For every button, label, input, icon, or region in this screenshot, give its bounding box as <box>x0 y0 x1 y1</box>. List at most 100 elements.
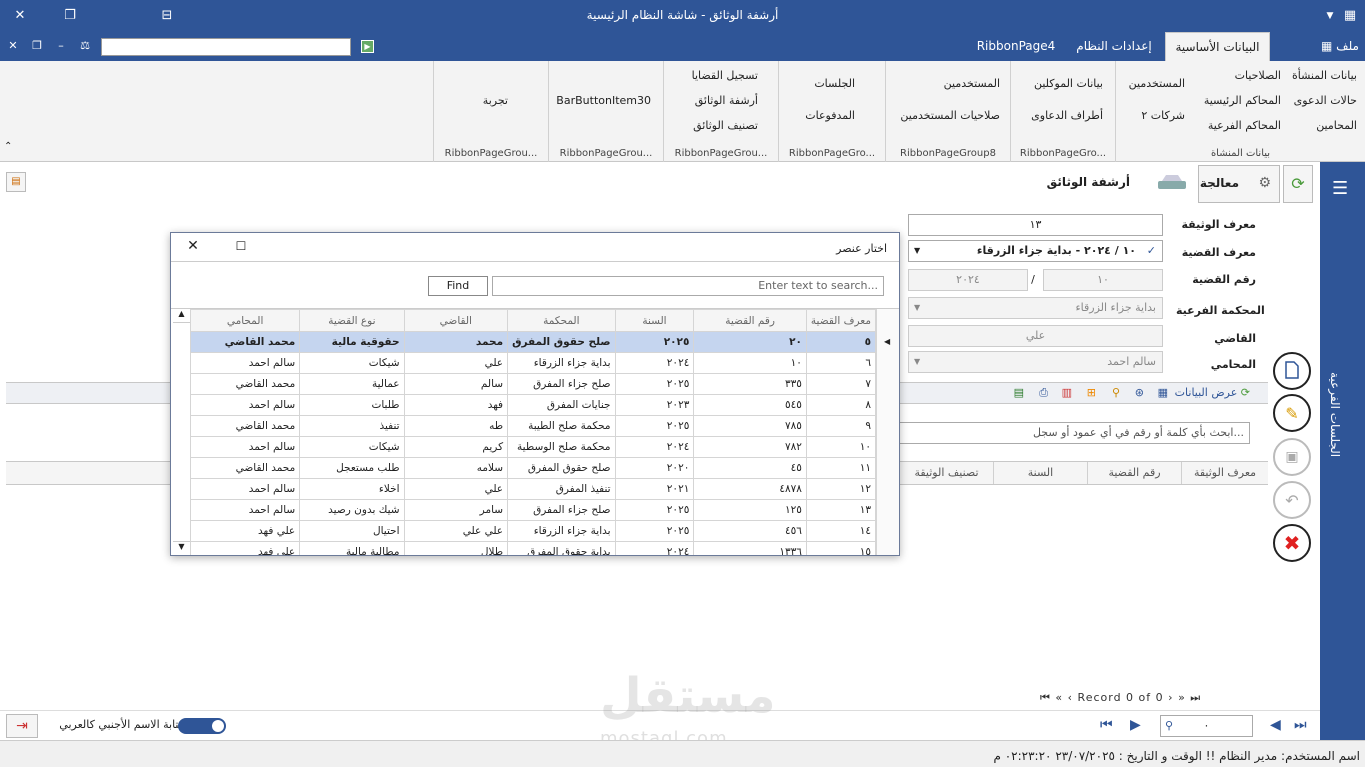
dialog-column-header[interactable]: رقم القضية <box>693 309 807 332</box>
filter-icon[interactable]: ⚲ <box>1112 386 1120 399</box>
table-row[interactable]: سالم احمد شيكات علي بداية جزاء الزرقاء ٢٠٢٤ ١… <box>190 352 876 374</box>
column-header[interactable]: معرف الوثيقة <box>1181 462 1268 484</box>
ribbon-item-payments[interactable]: المدفوعات <box>805 109 855 122</box>
close-icon[interactable]: ✕ <box>8 6 32 26</box>
process-tab[interactable]: معالجة ⚙ <box>1198 165 1280 203</box>
ribbon-item-case-parties[interactable]: أطراف الدعاوى <box>1031 109 1103 122</box>
column-header[interactable]: السنة <box>993 462 1087 484</box>
collapse-ribbon-icon[interactable]: ⌃ <box>4 141 12 152</box>
search-columns-icon[interactable]: ⊛ <box>1135 386 1144 399</box>
chevron-down-icon[interactable]: ▼ <box>914 298 920 318</box>
new-button[interactable] <box>1273 352 1311 390</box>
dialog-column-header[interactable]: القاضي <box>403 309 509 332</box>
tab-file[interactable]: ▦ ملف <box>1315 32 1365 61</box>
ribbon-item-clients[interactable]: بيانات الموكلين <box>1034 77 1103 90</box>
column-header[interactable]: تصنيف الوثيقة <box>899 462 993 484</box>
ribbon-item-main-courts[interactable]: المحاكم الرئيسية <box>1204 94 1281 107</box>
dialog-column-header[interactable]: معرف القضية <box>805 309 876 332</box>
mdi-minimize-icon[interactable]: – <box>52 36 70 56</box>
columns-icon[interactable]: ▦ <box>1158 386 1168 399</box>
ribbon-item-classify-docs[interactable]: تصنيف الوثائق <box>693 119 758 132</box>
ribbon-item-users-2[interactable]: المستخدمين <box>944 77 1000 90</box>
arabic-name-toggle[interactable] <box>178 718 226 734</box>
doc-id-field[interactable]: ١٣ <box>908 214 1163 236</box>
tab-basic-data[interactable]: البيانات الأساسية <box>1165 32 1270 61</box>
table-row[interactable]: سالم احمد طلبات فهد جنايات المفرق ٢٠٢٣ ٥٤٥ ٨ <box>190 394 876 416</box>
go-icon[interactable]: ▶ <box>361 40 374 53</box>
grid-search-input[interactable]: ابحث بأي كلمة أو رقم في أي عمود أو سجل..… <box>898 422 1250 444</box>
undo-button[interactable]: ↶ <box>1273 481 1311 519</box>
ribbon-item-test[interactable]: تجربة <box>483 94 508 107</box>
maximize-icon[interactable]: ⊟ <box>155 6 179 26</box>
branch-court-combobox[interactable]: بداية جزاء الزرقاء ▼ <box>908 297 1163 319</box>
dialog-scrollbar[interactable]: ▲ ▼ <box>173 309 191 555</box>
table-row[interactable]: علي فهد احتيال علي علي بداية جزاء الزرقاء ٢٠… <box>190 520 876 542</box>
nav-prev-icon[interactable]: ‹ <box>1068 691 1073 704</box>
quick-search-input[interactable] <box>101 38 351 56</box>
nav-first-icon[interactable]: ⏮ <box>1040 691 1051 704</box>
first-page-icon[interactable]: ⏮ <box>1100 717 1113 733</box>
scale-icon[interactable]: ⚖ <box>76 36 94 56</box>
dialog-column-header[interactable]: المحامي <box>190 309 301 332</box>
table-row[interactable]: سالم احمد اخلاء علي تنفيذ المفرق ٢٠٢١ ٤٨٧٨ ١٢ <box>190 478 876 500</box>
restore-icon[interactable]: ❐ <box>58 6 82 26</box>
group-icon[interactable]: ⊞ <box>1087 386 1096 399</box>
dialog-search-input[interactable]: Enter text to search... <box>492 276 884 296</box>
edit-button[interactable]: ✎ <box>1273 394 1311 432</box>
ribbon-item-permissions[interactable]: الصلاحيات <box>1235 69 1281 82</box>
table-row[interactable]: علي فهد مطالبة مالية طلال بداية حقوق المفرق… <box>190 541 876 555</box>
lawyer-combobox[interactable]: سالم احمد ▼ <box>908 351 1163 373</box>
table-row[interactable]: محمد القاضي عمالية سالم صلح جزاء المفرق ٢٠٢٥… <box>190 373 876 395</box>
ribbon-item-sessions[interactable]: الجلسات <box>814 77 855 90</box>
scroll-down-icon[interactable]: ▼ <box>173 541 190 555</box>
save-button[interactable]: ▣ <box>1273 438 1311 476</box>
chevron-down-icon[interactable]: ▼ <box>914 352 920 372</box>
maximize-icon[interactable]: ☐ <box>233 239 249 255</box>
ribbon-item-register-cases[interactable]: تسجيل القضايا <box>692 69 758 82</box>
nav-next-icon[interactable]: › <box>1168 691 1173 704</box>
ribbon-item-case-status[interactable]: حالات الدعوى <box>1294 94 1357 107</box>
exit-icon[interactable]: ⇥ <box>6 714 38 738</box>
excel-icon[interactable]: ▤ <box>1014 386 1024 399</box>
close-icon[interactable]: ✕ <box>185 238 201 254</box>
table-row[interactable]: سالم احمد شيكات كريم محكمة صلح الوسطية ٢٠٢٤ ٧… <box>190 436 876 458</box>
table-row[interactable]: محمد القاضي حقوقية مالية محمد صلح حقوق المف… <box>190 331 876 353</box>
dialog-column-header[interactable]: المحكمة <box>507 309 616 332</box>
nav-prev-page-icon[interactable]: « <box>1055 691 1063 704</box>
nav-last-icon[interactable]: ⏭ <box>1190 691 1201 704</box>
tab-ribbonpage4[interactable]: RibbonPage4 <box>970 32 1062 61</box>
scroll-up-icon[interactable]: ▲ <box>173 309 190 323</box>
judge-field[interactable]: علي <box>908 325 1163 347</box>
next-page-icon[interactable]: ◀ <box>1270 717 1281 733</box>
ribbon-item-users[interactable]: المستخدمين <box>1129 77 1185 90</box>
case-id-combobox[interactable]: ١٠ / ٢٠٢٤ - بداية جزاء الزرقاء ✓ ▼ <box>908 240 1163 262</box>
ribbon-item-companies[interactable]: شركات ٢ <box>1141 109 1185 122</box>
tab-system-settings[interactable]: إعدادات النظام <box>1068 32 1160 61</box>
page-number-input[interactable]: ⚲ ٠ <box>1160 715 1253 737</box>
case-no-field[interactable]: ١٠ <box>1043 269 1163 291</box>
refresh-icon[interactable]: ⟳ <box>1283 165 1313 203</box>
chart-icon[interactable]: ▥ <box>1062 386 1072 399</box>
mdi-close-icon[interactable]: ✕ <box>4 36 22 56</box>
hamburger-icon[interactable]: ☰ <box>1332 178 1348 199</box>
ribbon-item-org-data[interactable]: بيانات المنشأة <box>1292 69 1357 82</box>
case-year-field[interactable]: ٢٠٢٤ <box>908 269 1028 291</box>
table-row[interactable]: محمد القاضي طلب مستعجل سلامه صلح حقوق المفر… <box>190 457 876 479</box>
print-icon[interactable]: ⎙ <box>1039 386 1048 400</box>
find-button[interactable]: Find <box>428 276 488 296</box>
ribbon-item-branch-courts[interactable]: المحاكم الفرعية <box>1208 119 1281 132</box>
layout-icon[interactable]: ▤ <box>6 172 26 192</box>
last-page-icon[interactable]: ⏭ <box>1294 717 1307 733</box>
side-panel-label[interactable]: الجلسات الفرعية <box>1328 372 1342 457</box>
chevron-down-icon[interactable]: ▼ <box>914 241 920 261</box>
prev-page-icon[interactable]: ▶ <box>1130 717 1141 733</box>
mdi-restore-icon[interactable]: ❐ <box>28 36 46 56</box>
ribbon-item-barbutton30[interactable]: BarButtonItem30 <box>556 94 651 107</box>
column-header[interactable]: رقم القضية <box>1087 462 1181 484</box>
show-data-button[interactable]: عرض البيانات ⟳ <box>1175 386 1250 399</box>
ribbon-item-archive-docs[interactable]: أرشفة الوثائق <box>695 94 758 107</box>
ribbon-item-lawyers[interactable]: المحامين <box>1316 119 1357 132</box>
delete-button[interactable]: ✖ <box>1273 524 1311 562</box>
ribbon-item-user-permissions[interactable]: صلاحيات المستخدمين <box>900 109 1000 122</box>
table-row[interactable]: محمد القاضي تنفيذ طه محكمة صلح الطيبة ٢٠٢٥ ٧٨… <box>190 415 876 437</box>
